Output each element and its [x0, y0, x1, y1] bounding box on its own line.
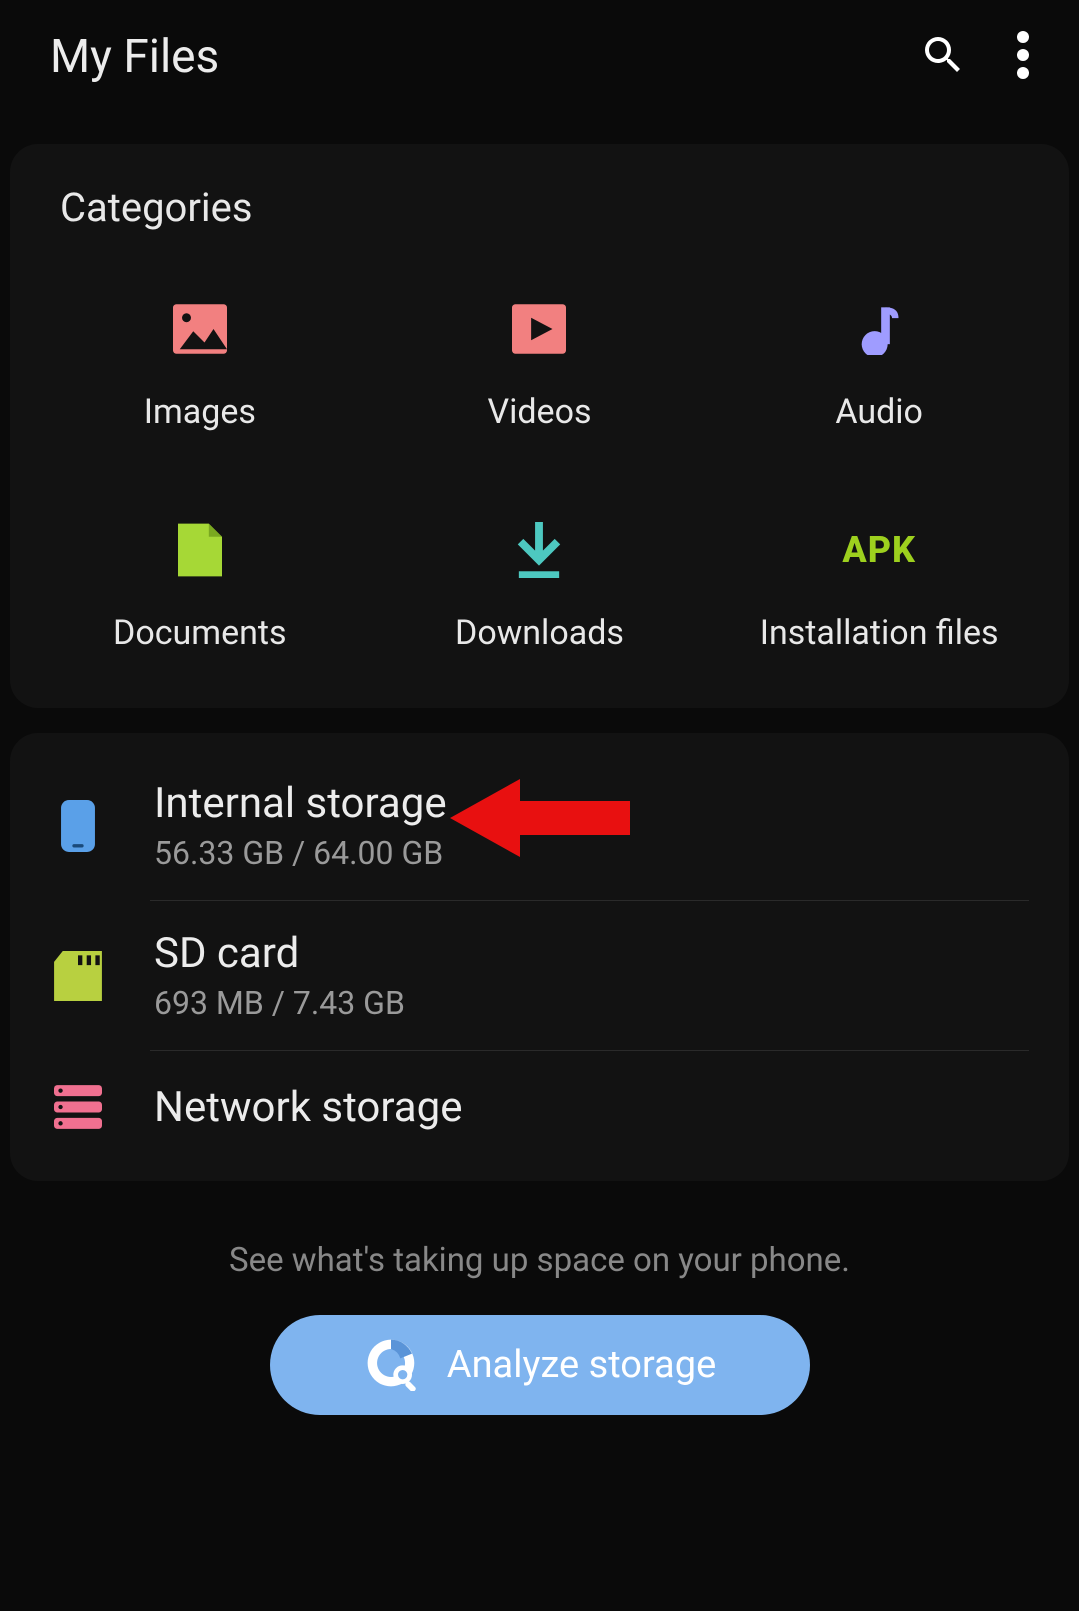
storage-title: Internal storage: [154, 779, 447, 828]
category-videos[interactable]: Videos: [370, 301, 710, 432]
internal-storage-row[interactable]: Internal storage 56.33 GB / 64.00 GB: [10, 751, 1069, 900]
storage-text: SD card 693 MB / 7.43 GB: [154, 929, 405, 1022]
search-icon[interactable]: [919, 31, 967, 83]
categories-title: Categories: [10, 184, 1069, 271]
downloads-icon: [511, 522, 567, 578]
header-actions: [919, 31, 1029, 83]
images-icon: [172, 301, 228, 357]
category-label: Downloads: [455, 613, 624, 653]
categories-grid: Images Videos Audio Documents Downloads: [10, 271, 1069, 663]
categories-card: Categories Images Videos Audio Documents: [10, 144, 1069, 708]
category-documents[interactable]: Documents: [30, 522, 370, 653]
more-icon[interactable]: [1017, 31, 1029, 83]
category-label: Audio: [835, 392, 923, 432]
highlight-arrow: [440, 773, 630, 867]
apk-icon: APK: [851, 522, 907, 578]
network-icon: [50, 1079, 106, 1135]
storage-text: Network storage: [154, 1083, 463, 1132]
storage-text: Internal storage 56.33 GB / 64.00 GB: [154, 779, 447, 872]
analyze-icon: [363, 1335, 419, 1395]
network-storage-row[interactable]: Network storage: [10, 1051, 1069, 1163]
category-images[interactable]: Images: [30, 301, 370, 432]
storage-title: SD card: [154, 929, 405, 978]
analyze-button-label: Analyze storage: [447, 1343, 716, 1387]
documents-icon: [172, 522, 228, 578]
footer-hint: See what's taking up space on your phone…: [0, 1241, 1079, 1280]
app-header: My Files: [0, 0, 1079, 124]
page-title: My Files: [50, 30, 919, 84]
category-label: Documents: [113, 613, 287, 653]
storage-title: Network storage: [154, 1083, 463, 1132]
storage-card: Internal storage 56.33 GB / 64.00 GB SD …: [10, 733, 1069, 1181]
footer: See what's taking up space on your phone…: [0, 1181, 1079, 1445]
phone-icon: [50, 798, 106, 854]
category-label: Videos: [487, 392, 591, 432]
storage-sub: 56.33 GB / 64.00 GB: [154, 834, 447, 872]
sd-card-row[interactable]: SD card 693 MB / 7.43 GB: [10, 901, 1069, 1050]
analyze-storage-button[interactable]: Analyze storage: [270, 1315, 810, 1415]
category-label: Images: [144, 392, 256, 432]
sd-card-icon: [50, 948, 106, 1004]
category-downloads[interactable]: Downloads: [370, 522, 710, 653]
videos-icon: [511, 301, 567, 357]
audio-icon: [851, 301, 907, 357]
category-label: Installation files: [760, 613, 999, 653]
category-audio[interactable]: Audio: [709, 301, 1049, 432]
storage-sub: 693 MB / 7.43 GB: [154, 984, 405, 1022]
category-installation-files[interactable]: APK Installation files: [709, 522, 1049, 653]
